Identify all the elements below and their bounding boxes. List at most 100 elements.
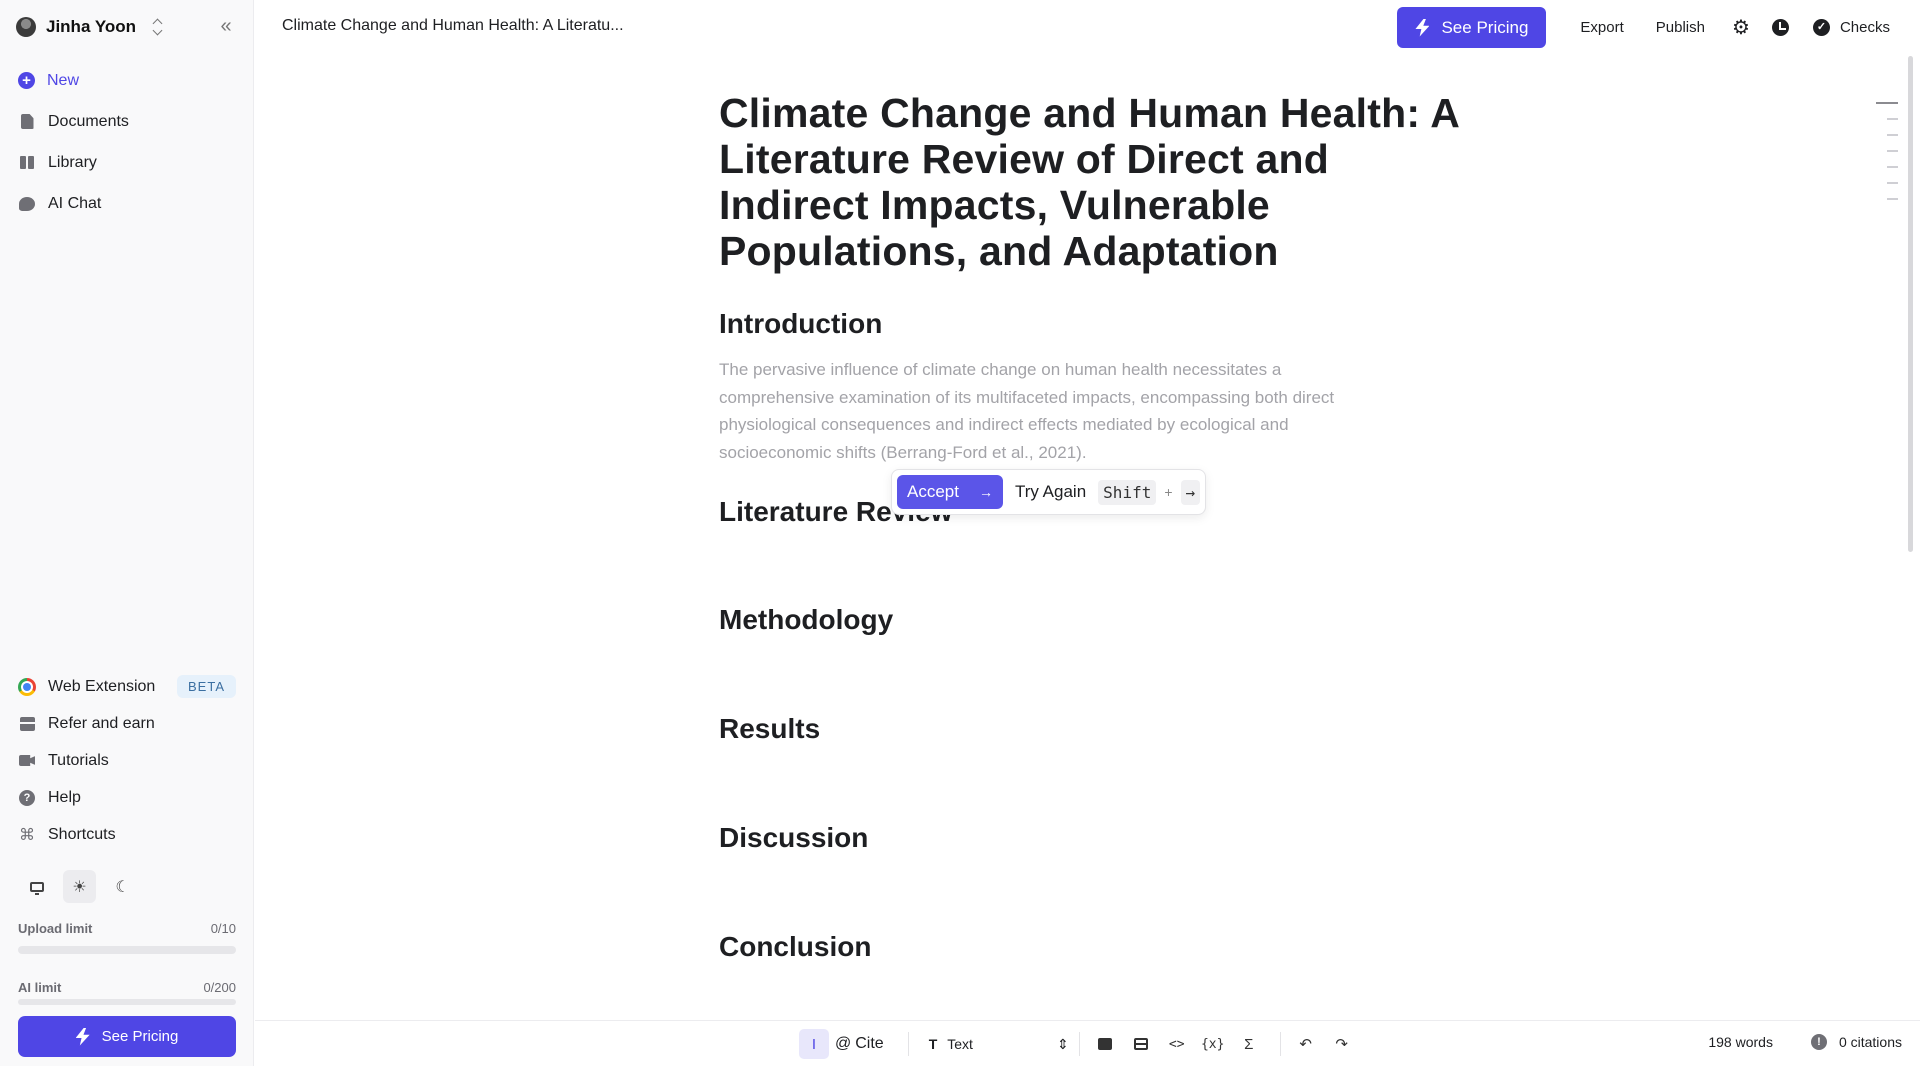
see-pricing-button[interactable]: See Pricing — [1397, 7, 1547, 48]
key-plus: + — [1164, 484, 1173, 500]
export-button[interactable]: Export — [1580, 19, 1623, 36]
arrow-right-key-hint: → — [1180, 479, 1201, 505]
insert-table-button[interactable] — [1126, 1029, 1156, 1059]
code-icon: <> — [1168, 1036, 1185, 1052]
document-stats: 198 words ! 0 citations — [1708, 1034, 1902, 1050]
plus-circle-icon: + — [18, 72, 35, 89]
text-cursor-icon: I — [811, 1035, 817, 1053]
outline-marker[interactable] — [1887, 166, 1898, 168]
math-variable-icon: {x} — [1200, 1036, 1225, 1052]
clock-icon — [1772, 19, 1790, 36]
sidebar-see-pricing-button[interactable]: See Pricing — [18, 1016, 236, 1057]
theme-system-button[interactable] — [20, 870, 53, 903]
accept-suggestion-button[interactable]: Accept → — [897, 475, 1003, 509]
gift-icon — [19, 716, 35, 731]
nav-item-label: Shortcuts — [48, 825, 116, 843]
nav-item-new[interactable]: + New — [18, 60, 129, 101]
nav-item-label: Documents — [48, 112, 129, 130]
document-editor[interactable]: Climate Change and Human Health: A Liter… — [719, 90, 1479, 962]
nav-item-help[interactable]: ? Help — [18, 779, 236, 816]
nav-item-web-extension[interactable]: Web Extension BETA — [18, 668, 236, 705]
heading-conclusion[interactable]: Conclusion — [719, 931, 871, 963]
publish-button[interactable]: Publish — [1656, 19, 1705, 36]
divider — [1078, 1032, 1080, 1056]
ai-suggestion-text[interactable]: The pervasive influence of climate chang… — [719, 356, 1399, 466]
nav-item-library[interactable]: Library — [18, 142, 129, 183]
document-title-tab[interactable]: Climate Change and Human Health: A Liter… — [282, 17, 624, 35]
divider — [1279, 1032, 1281, 1056]
upload-limit-label: Upload limit — [18, 921, 93, 936]
lightning-icon — [75, 1027, 90, 1046]
at-sign-icon: @ — [835, 1035, 852, 1052]
cite-button[interactable]: @ Cite — [835, 1035, 884, 1053]
outline-marker[interactable] — [1887, 182, 1898, 184]
accept-label: Accept — [907, 482, 959, 501]
history-button[interactable] — [1769, 16, 1793, 40]
chevron-updown-icon — [152, 18, 164, 36]
try-again-button[interactable]: Try Again — [1015, 482, 1086, 502]
ai-cursor-button[interactable]: I — [799, 1029, 829, 1059]
scrollbar[interactable] — [1908, 56, 1913, 552]
nav-item-refer[interactable]: Refer and earn — [18, 705, 236, 742]
word-count: 198 words — [1708, 1034, 1773, 1050]
nav-item-ai-chat[interactable]: AI Chat — [18, 183, 129, 224]
theme-light-button[interactable]: ☀ — [63, 870, 96, 903]
outline-marker[interactable] — [1887, 198, 1898, 200]
see-pricing-label: See Pricing — [101, 1028, 179, 1045]
checks-button[interactable]: ✓ Checks — [1812, 19, 1890, 36]
bottom-toolbar: I @ Cite T Text ⇕ <> {x} Σ ↶ ↷ 198 words… — [255, 1020, 1920, 1066]
redo-button[interactable]: ↷ — [1327, 1029, 1357, 1059]
nav-item-shortcuts[interactable]: ⌘ Shortcuts — [18, 816, 236, 853]
outline-marker[interactable] — [1876, 102, 1898, 104]
beta-badge: BETA — [177, 675, 236, 698]
heading-results[interactable]: Results — [719, 713, 820, 745]
help-circle-icon: ? — [19, 789, 35, 806]
divider — [907, 1032, 909, 1056]
table-icon — [1133, 1038, 1148, 1050]
settings-button[interactable]: ⚙ — [1729, 16, 1753, 40]
insert-sigma-button[interactable]: Σ — [1234, 1029, 1264, 1059]
user-name: Jinha Yoon — [46, 17, 137, 36]
outline-marker[interactable] — [1887, 150, 1898, 152]
cite-label: Cite — [855, 1035, 884, 1052]
upload-limit-value: 0/10 — [210, 921, 236, 936]
user-switcher[interactable]: Jinha Yoon — [16, 14, 164, 40]
monitor-icon — [29, 881, 44, 895]
insert-code-button[interactable]: <> — [1162, 1029, 1192, 1059]
heading-methodology[interactable]: Methodology — [719, 604, 893, 636]
info-icon: ! — [1810, 1034, 1827, 1050]
upload-limit-bar — [18, 946, 236, 954]
nav-item-label: Library — [48, 153, 97, 171]
text-style-select[interactable]: T Text ⇕ — [919, 1036, 1069, 1053]
insert-image-button[interactable] — [1090, 1029, 1120, 1059]
nav-item-label: Web Extension — [48, 677, 156, 695]
arrow-right-icon: → — [978, 484, 993, 500]
gear-icon: ⚙ — [1732, 17, 1750, 39]
chrome-icon — [18, 677, 36, 696]
redo-icon: ↷ — [1335, 1036, 1348, 1053]
document-title[interactable]: Climate Change and Human Health: A Liter… — [719, 90, 1479, 274]
collapse-sidebar-button[interactable]: « — [216, 16, 236, 37]
nav-item-label: AI Chat — [48, 194, 102, 212]
nav-item-documents[interactable]: Documents — [18, 101, 129, 142]
undo-icon: ↶ — [1299, 1036, 1312, 1053]
heading-discussion[interactable]: Discussion — [719, 822, 868, 854]
text-type-icon: T — [928, 1036, 938, 1052]
ai-limit-bar — [18, 999, 236, 1005]
document-outline[interactable] — [1876, 102, 1898, 214]
citation-count[interactable]: 0 citations — [1839, 1034, 1902, 1050]
undo-button[interactable]: ↶ — [1291, 1029, 1321, 1059]
theme-dark-button[interactable]: ☾ — [106, 870, 139, 903]
upload-limit: Upload limit 0/10 — [18, 921, 236, 954]
outline-marker[interactable] — [1887, 134, 1898, 136]
document-icon — [20, 114, 34, 129]
heading-introduction[interactable]: Introduction — [719, 308, 882, 340]
outline-marker[interactable] — [1887, 118, 1898, 120]
secondary-nav: Web Extension BETA Refer and earn Tutori… — [18, 668, 236, 853]
sun-icon: ☀ — [72, 878, 87, 896]
insert-equation-button[interactable]: {x} — [1198, 1029, 1228, 1059]
nav-item-label: Refer and earn — [48, 714, 155, 732]
library-icon — [18, 154, 36, 172]
chevron-updown-icon: ⇕ — [1056, 1035, 1069, 1052]
nav-item-tutorials[interactable]: Tutorials — [18, 742, 236, 779]
